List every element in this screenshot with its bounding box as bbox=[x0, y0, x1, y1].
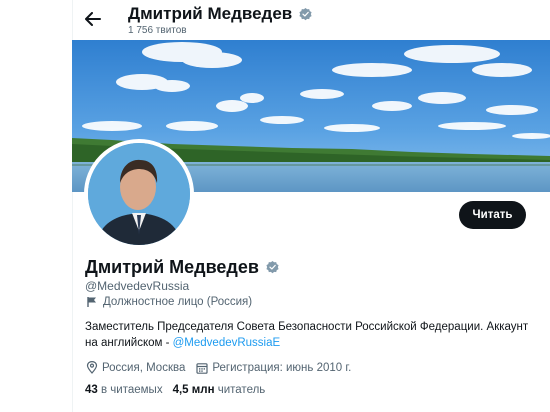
calendar-icon bbox=[196, 362, 208, 374]
following-count: 43 bbox=[85, 384, 98, 396]
bio-text: Заместитель Председателя Совета Безопасн… bbox=[85, 321, 529, 349]
location-pin-icon bbox=[86, 361, 98, 374]
profile-name: Дмитрий Медведев bbox=[85, 257, 259, 277]
profile-meta: Россия, Москва Регистрация: июнь 2010 г. bbox=[86, 361, 362, 374]
following-label: в читаемых bbox=[101, 384, 163, 396]
affiliation-text: Должностное лицо (Россия) bbox=[103, 296, 253, 308]
followers-label: читатель bbox=[217, 384, 266, 396]
location-text: Россия, Москва bbox=[102, 361, 186, 374]
followers-count: 4,5 млн bbox=[172, 384, 215, 396]
follow-button[interactable]: Читать bbox=[459, 201, 526, 229]
bio-mention-link[interactable]: @MedvedevRussiaE bbox=[173, 337, 281, 349]
profile-name-row: Дмитрий Медведев bbox=[85, 257, 280, 278]
joined-item: Регистрация: июнь 2010 г. bbox=[196, 362, 351, 374]
following-link[interactable]: 43 в читаемых bbox=[85, 384, 163, 396]
tweet-count: 1 756 твитов bbox=[128, 25, 187, 36]
verified-badge-icon bbox=[299, 7, 312, 20]
joined-text: Регистрация: июнь 2010 г. bbox=[212, 361, 352, 374]
back-button[interactable] bbox=[84, 8, 102, 30]
location-item: Россия, Москва bbox=[86, 361, 185, 374]
avatar[interactable] bbox=[84, 139, 194, 249]
arrow-left-icon bbox=[85, 12, 101, 26]
profile-bio: Заместитель Председателя Совета Безопасн… bbox=[85, 319, 535, 351]
header-name: Дмитрий Медведев bbox=[128, 4, 293, 23]
follow-stats: 43 в читаемых 4,5 млн читатель bbox=[85, 384, 265, 396]
header-title: Дмитрий Медведев bbox=[128, 4, 313, 24]
followers-link[interactable]: 4,5 млн читатель bbox=[173, 384, 266, 396]
profile-handle: @MedvedevRussia bbox=[85, 279, 190, 293]
affiliation-label: Должностное лицо (Россия) bbox=[86, 296, 252, 308]
verified-badge-icon[interactable] bbox=[265, 260, 280, 275]
flag-icon bbox=[87, 297, 96, 307]
